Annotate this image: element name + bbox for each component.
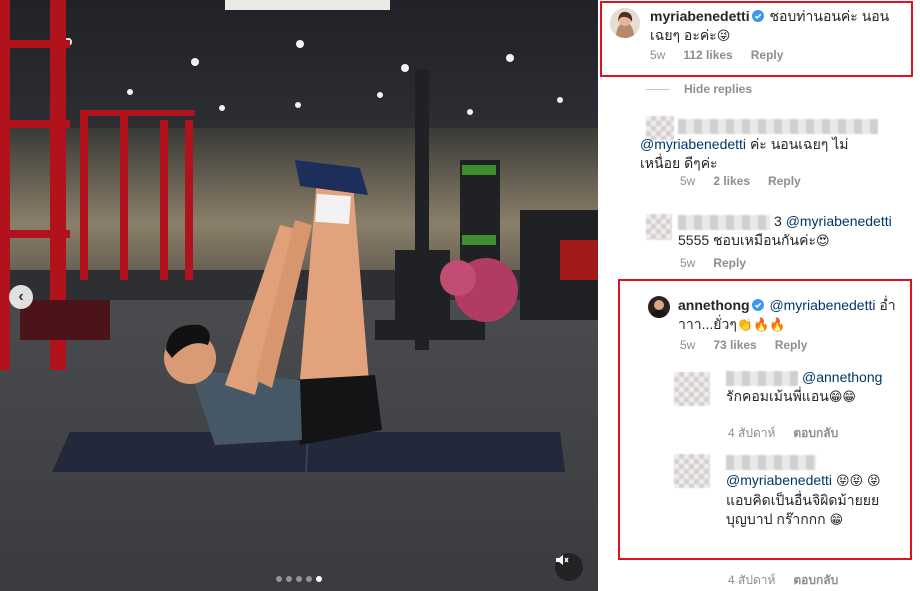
comment-emoji: 😁😁 [828, 390, 856, 405]
chevron-left-icon: ‹ [18, 288, 24, 305]
reply-comment: @myriabenedetti ค่ะ นอนเฉยๆ ไม่เหนื่อย ด… [598, 108, 920, 198]
carousel-dot [306, 576, 312, 582]
comments-panel: myriabenedetti ชอบท่านอนค่ะ นอนเฉยๆ อะค่… [598, 0, 920, 591]
comment-text: แอบคิดเป็นอื่นจิผิดม้ายยย บุญบาป กร๊ากกก [726, 492, 880, 527]
verified-badge-icon [751, 299, 764, 311]
comment-mention[interactable]: @myriabenedetti [726, 472, 832, 488]
comment-emoji: 😝😝 [835, 474, 864, 489]
avatar[interactable] [646, 214, 672, 240]
username-suffix: 3 [774, 213, 782, 229]
comment-time[interactable]: 5w [680, 174, 695, 188]
hide-replies-label: Hide replies [684, 82, 753, 96]
comment-mention[interactable]: @myriabenedetti [640, 136, 746, 152]
avatar-image [648, 296, 670, 318]
comment-text: รักคอมเม้นพี่แอน [726, 388, 829, 404]
gym-video-frame [0, 0, 598, 591]
blurred-username [726, 454, 816, 470]
reply-comment: @annethong รักคอมเม้นพี่แอน😁😁 4 สัปดาห์ … [598, 364, 920, 444]
reply-button[interactable]: ตอบกลับ [793, 424, 838, 443]
comment-myriabenedetti: myriabenedetti ชอบท่านอนค่ะ นอนเฉยๆ อะค่… [598, 0, 920, 78]
blurred-username [678, 118, 878, 134]
blurred-username [678, 214, 770, 230]
comment-emoji: 👏🔥🔥 [736, 318, 786, 333]
avatar-image [610, 8, 640, 38]
comment-likes[interactable]: 2 likes [713, 174, 750, 188]
reply-button[interactable]: ตอบกลับ [793, 571, 838, 590]
comment-time[interactable]: 4 สัปดาห์ [728, 424, 775, 443]
comment-mention[interactable]: @myriabenedetti [786, 213, 892, 229]
comment-meta: 4 สัปดาห์ ตอบกลับ [728, 571, 838, 590]
avatar[interactable] [648, 296, 670, 318]
mute-button[interactable] [555, 553, 583, 581]
reply-comment: @myriabenedetti 😝😝 😝 แอบคิดเป็นอื่นจิผิด… [598, 448, 920, 558]
avatar[interactable] [610, 8, 640, 38]
verified-badge-icon [751, 10, 764, 22]
reply-comment: 3 @myriabenedetti 5555 ชอบเหมือนกันค่ะ😍 … [598, 206, 920, 274]
comment-likes[interactable]: 112 likes [683, 48, 732, 62]
comment-username[interactable]: annethong [678, 297, 750, 313]
comment-username[interactable]: myriabenedetti [650, 8, 750, 24]
carousel-prev-button[interactable]: ‹ [9, 285, 33, 309]
carousel-dot [286, 576, 292, 582]
hide-replies-button[interactable]: Hide replies [646, 82, 752, 96]
comment-time[interactable]: 5w [650, 48, 665, 62]
comment-emoji: 😝 [866, 474, 881, 489]
reply-button[interactable]: Reply [751, 48, 784, 62]
comment-emoji: 😍 [815, 234, 830, 249]
comment-time[interactable]: 5w [680, 256, 695, 270]
comment-emoji: 😜 [716, 29, 731, 44]
comment-time[interactable]: 4 สัปดาห์ [728, 571, 775, 590]
comment-mention[interactable]: @annethong [802, 369, 882, 385]
post-media: ‹ [0, 0, 598, 591]
comment-time[interactable]: 5w [680, 338, 695, 352]
speaker-muted-icon [556, 555, 569, 565]
comment-mention[interactable]: @myriabenedetti [769, 297, 875, 313]
blurred-username [726, 370, 798, 386]
carousel-indicator [276, 576, 322, 582]
reply-button[interactable]: Reply [768, 174, 801, 188]
carousel-dot [296, 576, 302, 582]
comment-likes[interactable]: 73 likes [713, 338, 756, 352]
comment-emoji: 😁 [829, 513, 844, 528]
carousel-dot-active [316, 576, 322, 582]
avatar[interactable] [674, 454, 710, 488]
comment-text: 5555 ชอบเหมือนกันค่ะ [678, 232, 816, 248]
reply-button[interactable]: Reply [713, 256, 746, 270]
carousel-dot [276, 576, 282, 582]
avatar[interactable] [674, 372, 710, 406]
comment-annethong: annethong @myriabenedetti อ่ำาาา...ยั่วๆ… [598, 290, 920, 354]
divider [646, 88, 670, 90]
reply-button[interactable]: Reply [775, 338, 808, 352]
